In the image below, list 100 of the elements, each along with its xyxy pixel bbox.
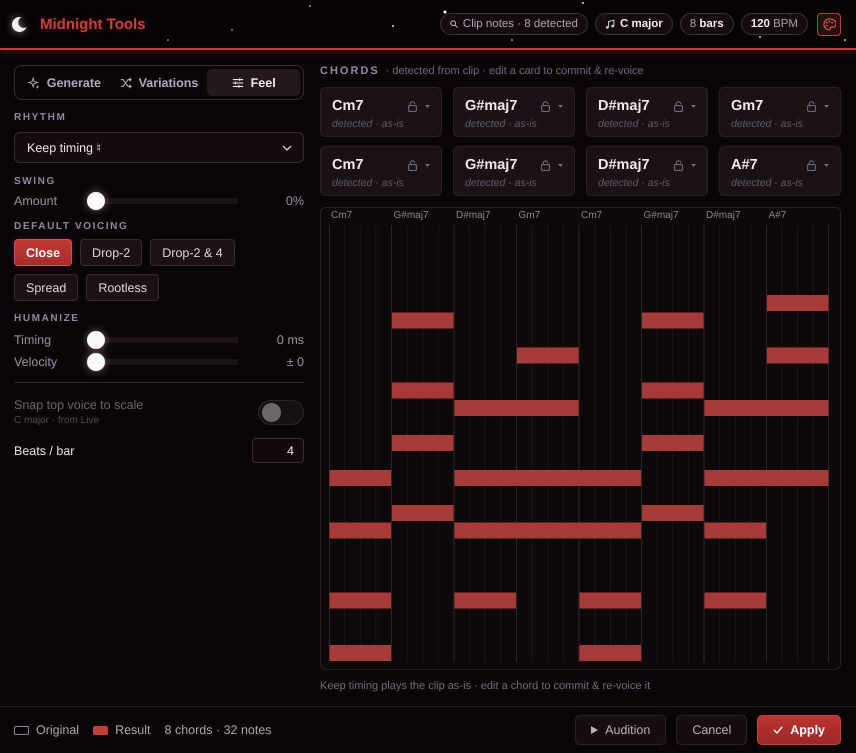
open-lock-icon[interactable]: [408, 100, 417, 112]
slider-label: Timing: [14, 333, 52, 347]
open-lock-icon[interactable]: [408, 160, 417, 170]
caret-icon[interactable]: [691, 104, 696, 108]
open-lock-icon[interactable]: [541, 100, 550, 112]
caret-icon[interactable]: [824, 164, 829, 166]
chevron-down-icon: [282, 144, 292, 150]
note-block[interactable]: [392, 382, 454, 398]
slider-value: 0 ms: [276, 333, 304, 347]
open-lock-icon[interactable]: [541, 160, 550, 170]
note-block[interactable]: [330, 645, 391, 661]
bar-chord-label: A#7: [768, 210, 786, 221]
voicing-option[interactable]: Drop-2 & 4: [150, 239, 235, 266]
chord-card[interactable]: A#7 detected · as-is: [719, 146, 841, 196]
chord-card[interactable]: G#maj7 detected · as-is: [453, 87, 575, 137]
caret-icon[interactable]: [425, 164, 430, 166]
section-heading: CHORDS: [320, 65, 380, 77]
snap-note: C major · from Live: [14, 415, 100, 426]
caret-icon[interactable]: [691, 164, 696, 166]
cancel-button[interactable]: Cancel: [676, 715, 748, 745]
bar-chord-label: D#maj7: [456, 210, 490, 221]
rhythm-dropdown[interactable]: Keep timing ♮: [14, 132, 304, 163]
open-lock-icon[interactable]: [674, 160, 683, 170]
chord-name: D#maj7: [598, 157, 650, 173]
note-block[interactable]: [580, 592, 641, 608]
note-block[interactable]: [642, 312, 704, 328]
music-note-icon: [604, 19, 615, 29]
slider-thumb[interactable]: [87, 353, 105, 371]
snap-label: Snap top voice to scale: [14, 398, 144, 412]
beats-per-bar-label: Beats / bar: [14, 444, 74, 458]
check-icon: [773, 726, 784, 734]
tab[interactable]: Feel: [207, 69, 300, 96]
note-block[interactable]: [642, 435, 704, 451]
apply-button[interactable]: Apply: [757, 715, 841, 745]
chord-card[interactable]: Gm7 detected · as-is: [719, 87, 841, 137]
chord-card[interactable]: Cm7 detected · as-is: [320, 146, 442, 196]
note-block[interactable]: [580, 645, 641, 661]
note-summary: 8 chords · 32 notes: [164, 723, 272, 737]
note-block[interactable]: [330, 522, 391, 538]
open-lock-icon[interactable]: [807, 160, 816, 170]
note-block[interactable]: [454, 470, 641, 486]
shuffle-icon: [120, 76, 132, 88]
note-block[interactable]: [704, 522, 766, 538]
voicing-option[interactable]: Spread: [14, 274, 78, 301]
voicing-option[interactable]: Drop-2: [80, 239, 142, 266]
chord-name: G#maj7: [465, 157, 518, 173]
tab[interactable]: Variations: [112, 69, 206, 96]
chord-name: Cm7: [332, 98, 364, 114]
note-block[interactable]: [454, 592, 516, 608]
legend-swatch-icon: [14, 726, 29, 734]
section-note: · detected from clip · edit a card to commit & re-voice: [386, 65, 644, 77]
beats-per-bar-input[interactable]: 4: [252, 438, 304, 463]
magnifier-icon: [450, 20, 458, 28]
chord-status: detected · as-is: [465, 118, 538, 130]
chip-label: C major: [620, 18, 663, 30]
voicing-option[interactable]: Close: [14, 239, 72, 266]
chord-card[interactable]: Cm7 detected · as-is: [320, 87, 442, 137]
palette-button[interactable]: [817, 12, 841, 36]
chord-name: Cm7: [332, 157, 364, 173]
open-lock-icon[interactable]: [807, 100, 816, 112]
slider-thumb[interactable]: [87, 192, 105, 210]
note-block[interactable]: [517, 348, 578, 364]
slider-thumb[interactable]: [87, 331, 105, 349]
note-block[interactable]: [454, 400, 578, 416]
sparkle-icon: [28, 76, 40, 88]
note-block[interactable]: [392, 312, 454, 328]
slider-value: ± 0: [286, 355, 304, 369]
chord-status: detected · as-is: [465, 177, 538, 189]
note-block[interactable]: [392, 435, 454, 451]
bar-chord-label: Gm7: [518, 210, 540, 221]
voicing-option[interactable]: Rootless: [86, 274, 159, 301]
note-block[interactable]: [642, 505, 704, 521]
note-block[interactable]: [704, 400, 828, 416]
sliders-icon: [232, 76, 244, 88]
section-heading: SWING: [14, 177, 57, 187]
caret-icon[interactable]: [558, 104, 563, 108]
note-block[interactable]: [392, 505, 454, 521]
chord-card[interactable]: G#maj7 detected · as-is: [453, 146, 575, 196]
chord-card[interactable]: D#maj7 detected · as-is: [586, 146, 708, 196]
chord-name: D#maj7: [598, 98, 650, 114]
tab[interactable]: Generate: [18, 69, 111, 96]
note-block[interactable]: [704, 470, 828, 486]
section-heading: HUMANIZE: [14, 314, 81, 324]
note-block[interactable]: [454, 522, 641, 538]
note-block[interactable]: [767, 348, 828, 364]
caret-icon[interactable]: [558, 164, 563, 166]
slider-label: Amount: [14, 194, 58, 208]
note-block[interactable]: [704, 592, 766, 608]
chord-status: detected · as-is: [332, 118, 405, 130]
caret-icon[interactable]: [824, 104, 829, 108]
open-lock-icon[interactable]: [674, 100, 683, 112]
legend-label: Result: [115, 723, 151, 737]
note-block[interactable]: [767, 295, 828, 311]
audition-button[interactable]: Audition: [575, 715, 666, 745]
note-block[interactable]: [330, 592, 391, 608]
caret-icon[interactable]: [425, 104, 430, 108]
note-block[interactable]: [642, 382, 704, 398]
section-heading: RHYTHM: [14, 113, 68, 123]
note-block[interactable]: [330, 470, 391, 486]
chord-card[interactable]: D#maj7 detected · as-is: [586, 87, 708, 137]
